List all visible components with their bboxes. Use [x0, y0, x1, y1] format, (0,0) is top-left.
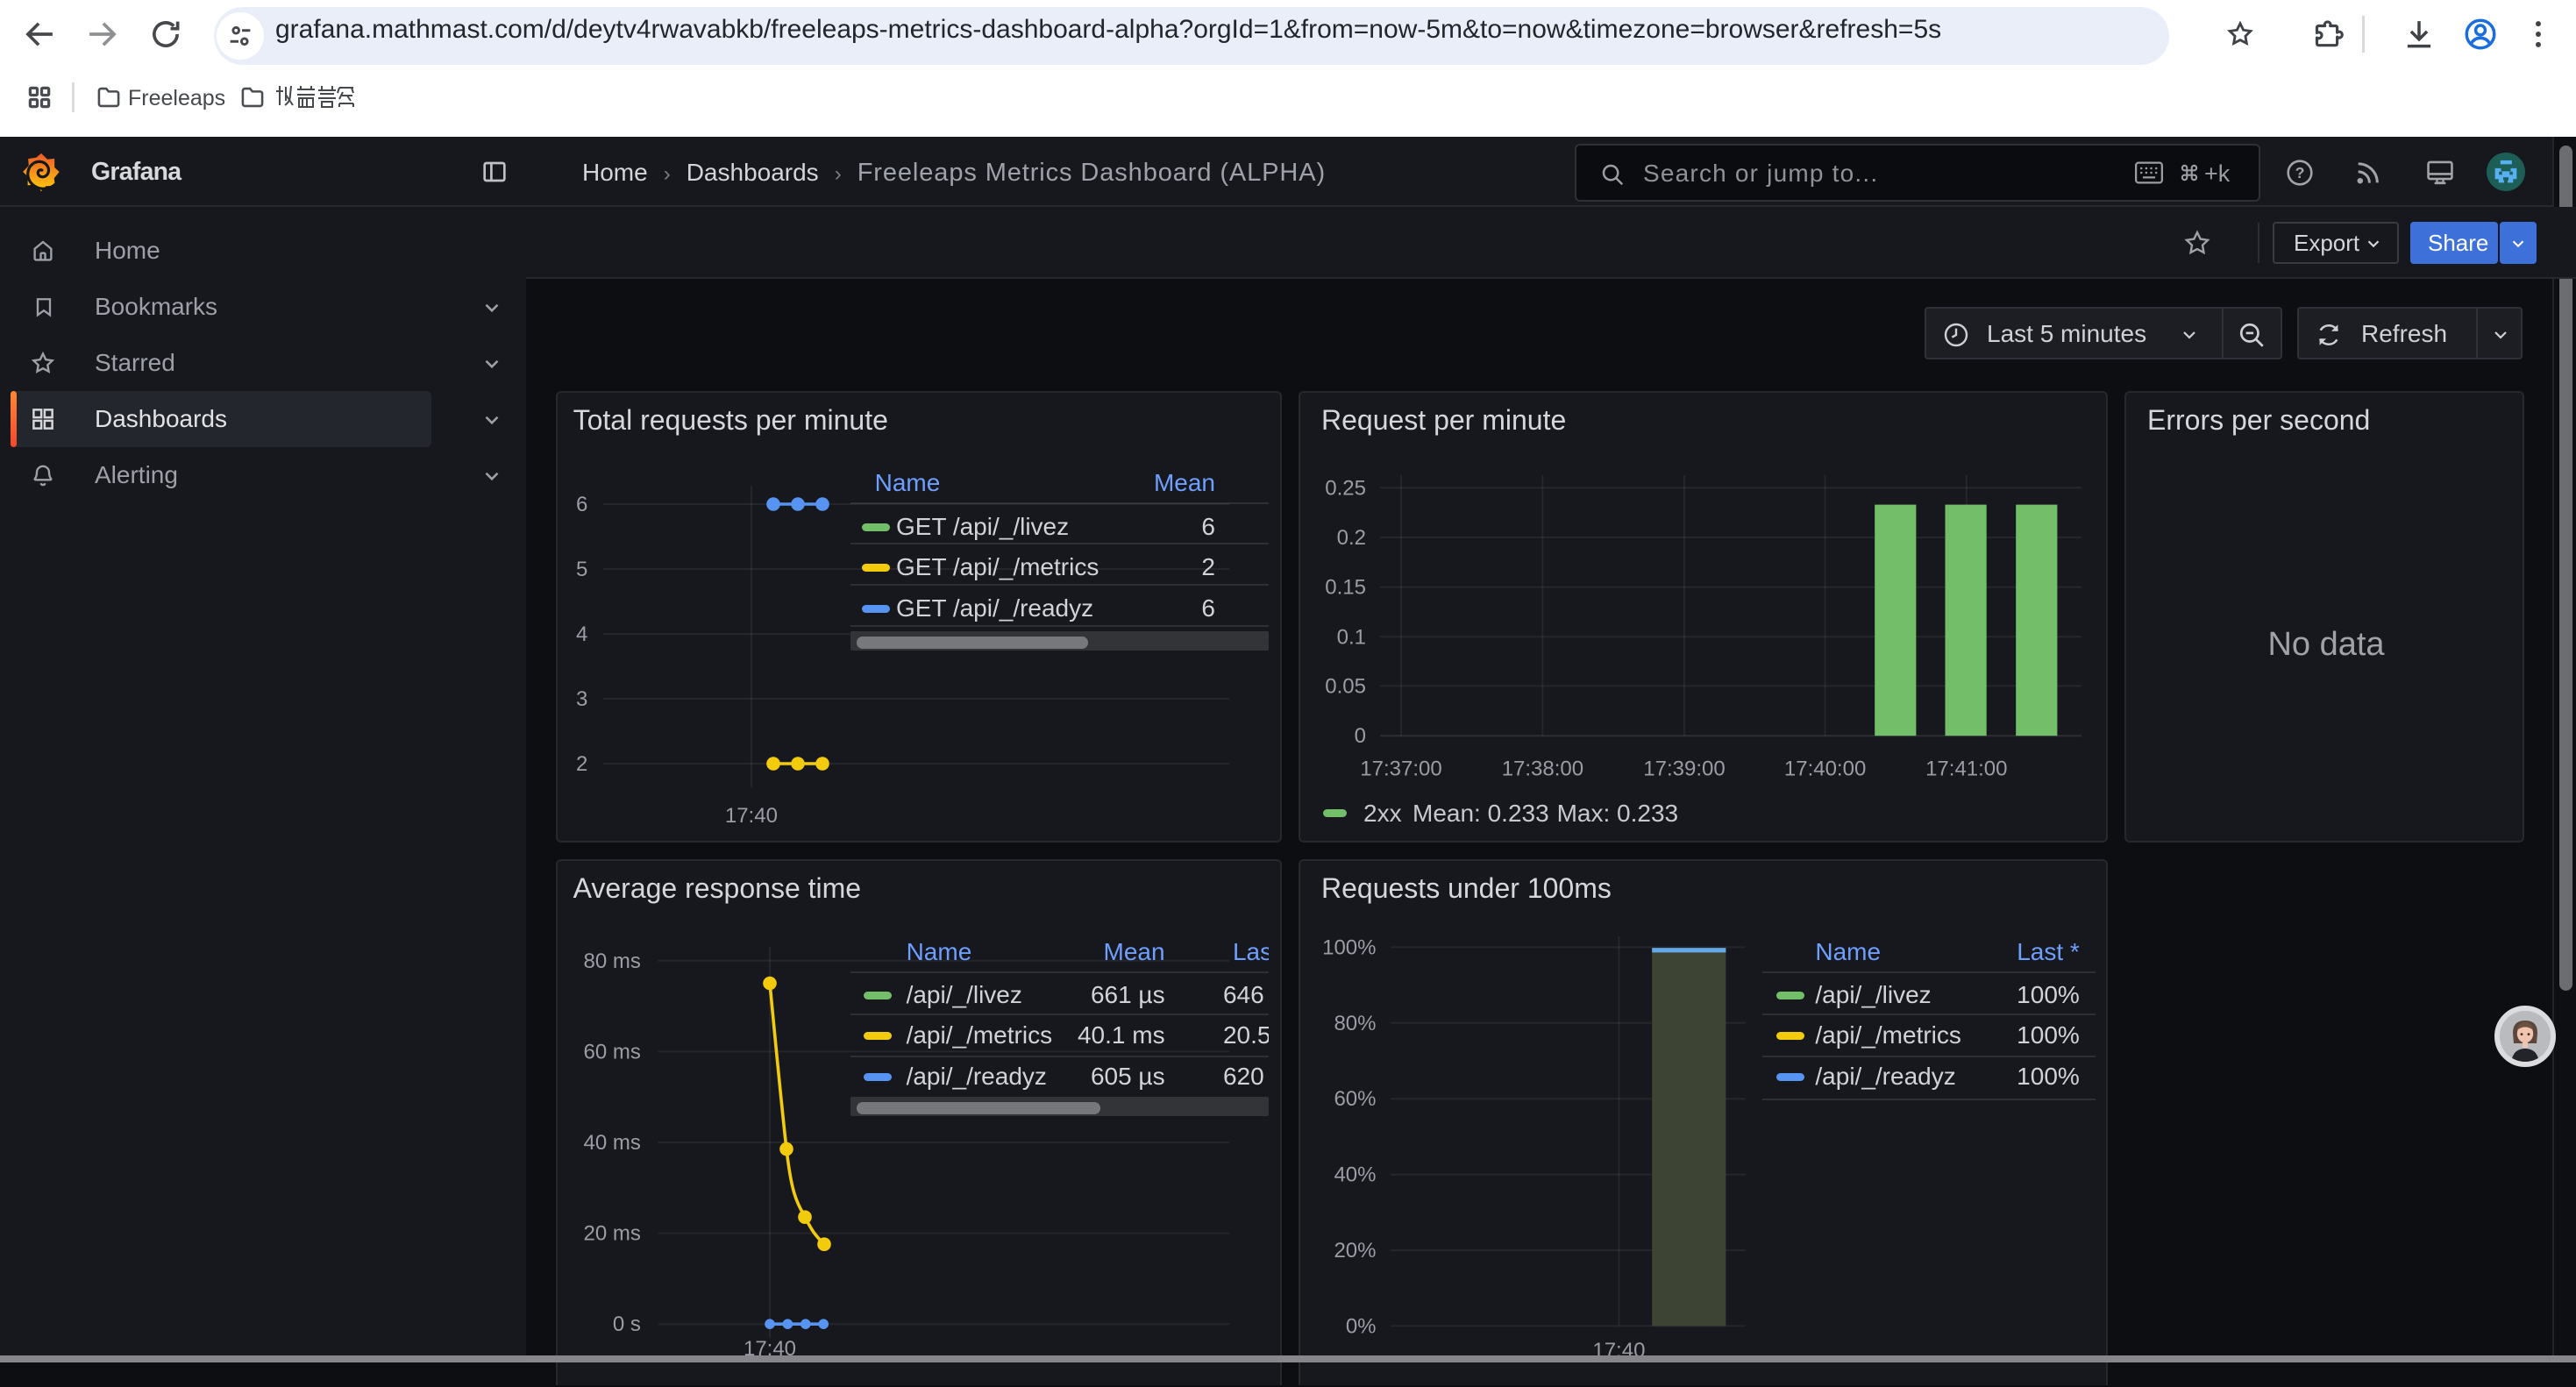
svg-text:20%: 20% [1334, 1239, 1376, 1263]
svg-text:60 ms: 60 ms [583, 1040, 640, 1063]
svg-text:4: 4 [576, 622, 587, 646]
svg-text:0.2: 0.2 [1337, 526, 1366, 550]
svg-text:0.15: 0.15 [1325, 576, 1366, 600]
svg-text:0.1: 0.1 [1337, 625, 1366, 649]
svg-text:2: 2 [576, 752, 587, 776]
svg-text:0.05: 0.05 [1325, 674, 1366, 698]
svg-text:17:41:00: 17:41:00 [1925, 757, 2007, 780]
svg-text:60%: 60% [1334, 1087, 1376, 1111]
svg-text:17:37:00: 17:37:00 [1360, 757, 1441, 780]
svg-text:17:40:00: 17:40:00 [1784, 757, 1866, 780]
svg-text:17:40: 17:40 [724, 804, 777, 828]
svg-text:6: 6 [576, 493, 587, 516]
svg-text:80 ms: 80 ms [583, 950, 640, 973]
svg-text:0%: 0% [1346, 1314, 1377, 1338]
svg-text:0: 0 [1355, 724, 1366, 748]
svg-text:100%: 100% [1322, 935, 1376, 959]
svg-text:0.25: 0.25 [1325, 476, 1366, 500]
svg-text:40%: 40% [1334, 1163, 1376, 1187]
svg-text:40 ms: 40 ms [583, 1131, 640, 1155]
svg-text:17:39:00: 17:39:00 [1643, 757, 1725, 780]
svg-text:17:38:00: 17:38:00 [1502, 757, 1583, 780]
svg-text:3: 3 [576, 687, 587, 711]
svg-text:20 ms: 20 ms [583, 1222, 640, 1246]
svg-text:0 s: 0 s [612, 1312, 640, 1336]
svg-text:80%: 80% [1334, 1012, 1376, 1035]
svg-text:5: 5 [576, 558, 587, 581]
svg-text:?: ? [2295, 164, 2305, 181]
